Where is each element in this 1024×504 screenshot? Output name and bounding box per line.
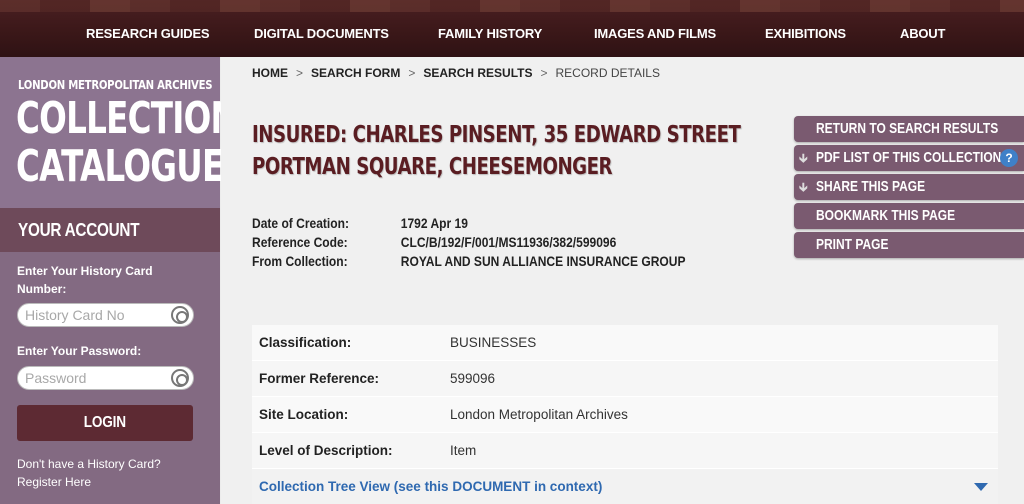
breadcrumb-home[interactable]: HOME: [252, 66, 288, 80]
login-button[interactable]: LOGIN: [17, 405, 193, 441]
history-card-field[interactable]: [17, 303, 194, 327]
history-card-label: Enter Your History Card Number:: [17, 264, 153, 296]
breadcrumb-search-results[interactable]: SEARCH RESULTS: [423, 66, 532, 80]
action-label: PDF LIST OF THIS COLLECTION: [816, 149, 1002, 166]
action-label: RETURN TO SEARCH RESULTS: [816, 120, 999, 137]
print-page-button[interactable]: PRINT PAGE: [794, 232, 1024, 258]
archive-name: LONDON METROPOLITAN ARCHIVES: [18, 77, 213, 92]
catalogue-logo[interactable]: LONDON METROPOLITAN ARCHIVES COLLECTIONS…: [0, 57, 261, 208]
action-label: SHARE THIS PAGE: [816, 178, 926, 195]
nav-images-and-films[interactable]: IMAGES AND FILMS: [594, 26, 716, 41]
meta-key: From Collection:: [252, 253, 348, 269]
register-prompt-line1: Don't have a History Card?: [17, 457, 161, 471]
sidebar: LONDON METROPOLITAN ARCHIVES COLLECTIONS…: [0, 57, 261, 504]
login-button-label: LOGIN: [83, 414, 127, 431]
record-title: INSURED: CHARLES PINSENT, 35 EDWARD STRE…: [252, 119, 741, 183]
pdf-list-button[interactable]: 🡳 PDF LIST OF THIS COLLECTION?: [794, 145, 1024, 171]
password-field[interactable]: [17, 366, 194, 390]
record-title-line2: PORTMAN SQUARE, CHEESEMONGER: [252, 154, 613, 180]
account-heading-label: YOUR ACCOUNT: [18, 220, 140, 240]
detail-value: 599096: [450, 371, 496, 386]
breadcrumb-separator: >: [540, 66, 548, 80]
breadcrumb-separator: >: [296, 66, 304, 80]
fingerprint-icon[interactable]: [171, 369, 189, 387]
detail-key: Former Reference:: [259, 371, 380, 386]
breadcrumb-search-form[interactable]: SEARCH FORM: [311, 66, 400, 80]
collection-tree-link[interactable]: Collection Tree View (see this DOCUMENT …: [259, 479, 602, 494]
detail-key: Classification:: [259, 335, 352, 350]
register-prompt[interactable]: Don't have a History Card? Register Here: [17, 455, 161, 491]
record-details-table: Classification: BUSINESSES Former Referen…: [252, 325, 998, 469]
header-banner-image: [0, 0, 1024, 12]
share-page-button[interactable]: 🡳 SHARE THIS PAGE: [794, 174, 1024, 200]
record-title-line1: INSURED: CHARLES PINSENT, 35 EDWARD STRE…: [252, 122, 741, 148]
meta-value: 1792 Apr 19: [400, 215, 468, 231]
help-icon[interactable]: ?: [1000, 149, 1018, 167]
nav-family-history[interactable]: FAMILY HISTORY: [438, 26, 542, 41]
meta-key: Date of Creation:: [252, 215, 350, 231]
breadcrumb-current: RECORD DETAILS: [555, 66, 660, 80]
history-card-input[interactable]: [25, 304, 165, 326]
return-to-results-button[interactable]: RETURN TO SEARCH RESULTS: [794, 116, 1024, 142]
action-label: BOOKMARK THIS PAGE: [816, 207, 956, 224]
main-content: HOME > SEARCH FORM > SEARCH RESULTS > RECORD D…: [221, 57, 1024, 504]
record-actions: RETURN TO SEARCH RESULTS 🡳 PDF LIST OF TH…: [794, 116, 1024, 261]
breadcrumb-separator: >: [408, 66, 416, 80]
register-link[interactable]: Register Here: [17, 473, 161, 491]
arrow-down-icon: 🡳: [799, 180, 808, 194]
table-row: Classification: BUSINESSES: [252, 325, 998, 361]
meta-key: Reference Code:: [252, 234, 348, 250]
table-row: Former Reference: 599096: [252, 361, 998, 397]
catalogue-title-line2: CATALOGUE: [16, 141, 224, 192]
detail-value: BUSINESSES: [450, 335, 537, 350]
detail-value: Item: [450, 443, 477, 458]
nav-research-guides[interactable]: RESEARCH GUIDES: [86, 26, 210, 41]
nav-exhibitions[interactable]: EXHIBITIONS: [765, 26, 846, 41]
action-label: PRINT PAGE: [816, 236, 889, 253]
nav-digital-documents[interactable]: DIGITAL DOCUMENTS: [254, 26, 389, 41]
password-label: Enter Your Password:: [17, 344, 142, 358]
table-row: Site Location: London Metropolitan Archiv…: [252, 397, 998, 433]
table-row: Level of Description: Item: [252, 433, 998, 469]
arrow-down-icon: 🡳: [799, 151, 808, 165]
detail-key: Level of Description:: [259, 443, 393, 458]
chevron-down-icon[interactable]: [974, 483, 988, 491]
account-heading: YOUR ACCOUNT: [0, 208, 220, 252]
meta-value[interactable]: ROYAL AND SUN ALLIANCE INSURANCE GROUP: [401, 252, 686, 271]
detail-value: London Metropolitan Archives: [450, 407, 628, 422]
meta-value: CLC/B/192/F/001/MS11936/382/599096: [400, 234, 617, 250]
detail-key: Site Location:: [259, 407, 349, 422]
top-navigation: RESEARCH GUIDES DIGITAL DOCUMENTS FAMILY…: [0, 0, 1024, 57]
password-input[interactable]: [25, 367, 165, 389]
collection-tree-toggle[interactable]: Collection Tree View (see this DOCUMENT …: [252, 469, 998, 504]
fingerprint-icon[interactable]: [171, 306, 189, 324]
bookmark-page-button[interactable]: BOOKMARK THIS PAGE: [794, 203, 1024, 229]
breadcrumb: HOME > SEARCH FORM > SEARCH RESULTS > RECORD D…: [252, 66, 660, 80]
nav-about[interactable]: ABOUT: [900, 26, 945, 41]
